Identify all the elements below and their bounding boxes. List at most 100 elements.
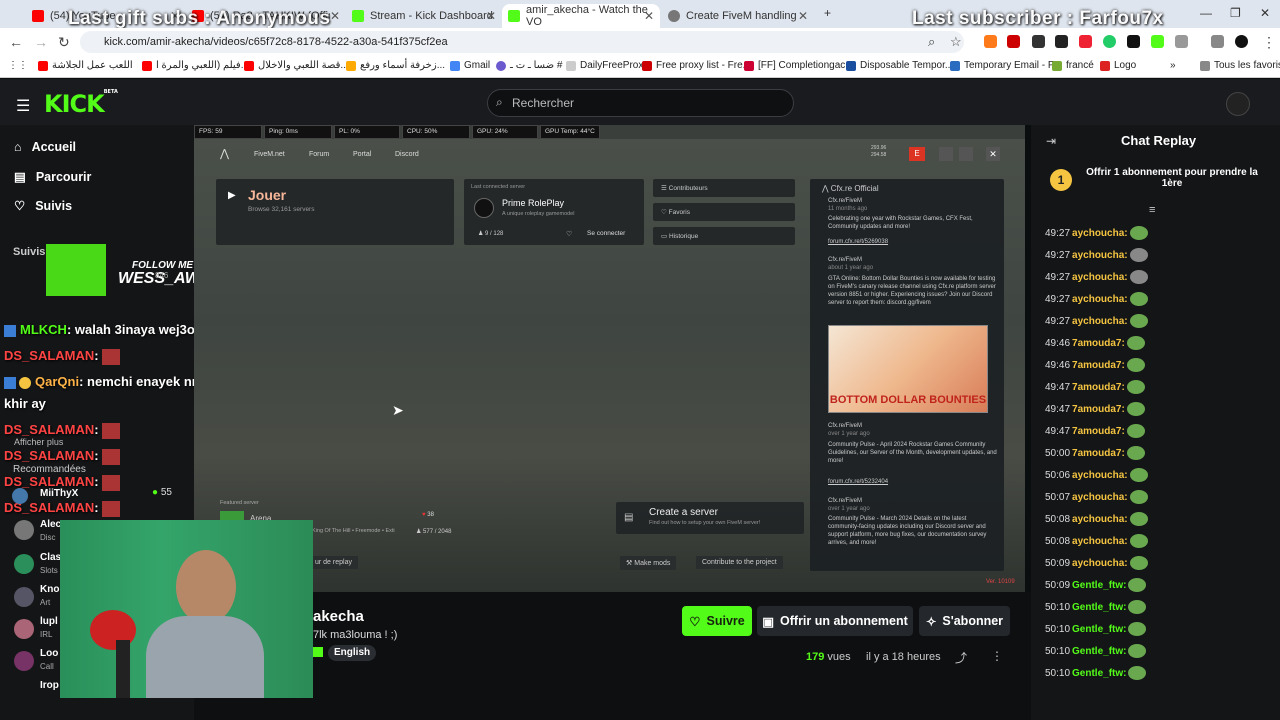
close-window-button[interactable]: ✕ — [1260, 6, 1270, 20]
avatar[interactable] — [14, 587, 34, 607]
chat-username[interactable]: Gentle_ftw: — [1072, 602, 1126, 613]
store-icon[interactable] — [939, 147, 953, 161]
chat-username[interactable]: aychoucha: — [1072, 294, 1128, 305]
chat-username[interactable]: Gentle_ftw: — [1072, 580, 1126, 591]
chat-username[interactable]: Gentle_ftw: — [1072, 668, 1126, 679]
sidebar-item-parcourir[interactable]: ▤ Parcourir — [14, 169, 91, 185]
extension-icon[interactable] — [984, 35, 997, 48]
collapse-chat-icon[interactable]: ⇥ — [1046, 134, 1056, 148]
feed-link[interactable]: forum.cfx.re/t/5269038 — [828, 239, 888, 245]
bookmark-item[interactable]: زخرفة أسماء ورفع... — [346, 60, 445, 71]
bookmark-item[interactable]: Free proxy list - Fre... — [642, 60, 751, 71]
contribute-button[interactable]: Contribute to the project — [696, 556, 783, 569]
extension-icon[interactable] — [1127, 35, 1140, 48]
avatar[interactable] — [14, 619, 34, 639]
chat-username[interactable]: aychoucha: — [1072, 536, 1128, 547]
more-options-icon[interactable]: ⋮ — [991, 649, 1003, 663]
subscribe-button[interactable]: ✧ S'abonner — [919, 606, 1010, 636]
bookmark-item[interactable]: قصة اللعبي والاخلال... — [244, 60, 349, 71]
play-card[interactable]: ▶ Jouer Browse 32,161 servers — [216, 179, 454, 245]
menu-icon[interactable] — [1211, 35, 1224, 48]
sidebar-user-name[interactable]: Alec — [40, 519, 61, 530]
connect-button[interactable]: Se connecter — [587, 230, 625, 237]
chat-username[interactable]: aychoucha: — [1072, 470, 1128, 481]
sidebar-user-name[interactable]: MiiThyX — [40, 488, 78, 499]
avatar[interactable] — [14, 554, 34, 574]
sidebar-user-name[interactable]: Irop — [40, 680, 59, 691]
chat-username[interactable]: aychoucha: — [1072, 316, 1128, 327]
more-icon[interactable]: ⋮ — [1262, 34, 1276, 51]
menu-discord[interactable]: Discord — [395, 151, 419, 158]
tab-fivem-handling[interactable]: Create FiveM handling ✕ — [662, 4, 814, 28]
chat-username[interactable]: aychoucha: — [1072, 514, 1128, 525]
tab-amir-akecha[interactable]: amir_akecha - Watch the VO ✕ — [502, 4, 660, 28]
heart-icon[interactable]: ♡ — [566, 230, 572, 238]
close-icon[interactable]: ✕ — [986, 147, 1000, 161]
avatar[interactable] — [12, 488, 28, 504]
tab-kick-dashboard[interactable]: Stream - Kick Dashboard ✕ — [346, 4, 502, 28]
sidebar-user-name[interactable]: Clas — [40, 552, 61, 563]
chat-username[interactable]: aychoucha: — [1072, 492, 1128, 503]
channel-name[interactable]: akecha — [313, 608, 364, 625]
sidebar-user-name[interactable]: Kno — [40, 584, 59, 595]
reload-icon[interactable]: ↻ — [58, 34, 70, 51]
all-bookmarks[interactable]: Tous les favoris — [1200, 60, 1280, 71]
bookmark-item[interactable]: Temporary Email - F... — [950, 60, 1061, 71]
make-mods-button[interactable]: ⚒ Make mods — [620, 556, 677, 570]
bookmark-item[interactable]: Logo — [1100, 60, 1136, 71]
bookmark-item[interactable]: فيلم (اللعبي والمرة ا... — [142, 60, 249, 71]
menu-forum[interactable]: Forum — [309, 151, 329, 158]
apps-icon[interactable]: ⋮⋮ — [8, 60, 28, 71]
last-server-card[interactable]: Last connected server Prime RolePlay A u… — [464, 179, 644, 245]
history-button[interactable]: ▭ Historique — [653, 227, 795, 245]
bookmark-item[interactable]: اللعب عمل الجلاشة — [38, 60, 133, 71]
chat-username[interactable]: 7amouda7: — [1072, 360, 1125, 371]
chevron-right-icon[interactable]: » — [1170, 60, 1176, 71]
bookmark-item[interactable]: Gmail — [450, 60, 490, 71]
extension-icon[interactable] — [1055, 35, 1068, 48]
chat-username[interactable]: 7amouda7: — [1072, 448, 1125, 459]
chat-username[interactable]: aychoucha: — [1072, 228, 1128, 239]
feed-link[interactable]: forum.cfx.re/t/5232404 — [828, 479, 888, 485]
close-icon[interactable]: ✕ — [798, 9, 808, 23]
create-server-card[interactable]: ▤ Create a server Find out how to setup … — [616, 502, 804, 534]
chat-username[interactable]: aychoucha: — [1072, 250, 1128, 261]
close-icon[interactable]: ✕ — [486, 9, 496, 23]
chat-username[interactable]: Gentle_ftw: — [1072, 646, 1126, 657]
extension-icon[interactable] — [1007, 35, 1020, 48]
pinned-gift-message[interactable]: Offrir 1 abonnement pour prendre la 1ère — [1082, 167, 1262, 189]
sidebar-item-accueil[interactable]: ⌂ Accueil — [14, 140, 76, 154]
chat-username[interactable]: aychoucha: — [1072, 558, 1128, 569]
forward-icon[interactable]: → — [34, 34, 48, 50]
bookmark-item[interactable]: francé — [1052, 60, 1094, 71]
chat-username[interactable]: aychoucha: — [1072, 272, 1128, 283]
follow-button[interactable]: ♡ Suivre — [682, 606, 752, 636]
chat-username[interactable]: Gentle_ftw: — [1072, 624, 1126, 635]
favorites-button[interactable]: ♡ Favoris — [653, 203, 795, 221]
avatar[interactable] — [14, 520, 34, 540]
new-tab-button[interactable]: + — [824, 6, 831, 20]
extension-icon[interactable] — [1103, 35, 1116, 48]
gift-sub-button[interactable]: ▣ Offrir un abonnement — [757, 606, 913, 636]
bounties-poster[interactable]: BOTTOM DOLLAR BOUNTIES — [828, 325, 988, 413]
bookmark-item[interactable]: DailyFreeProxy — [566, 60, 648, 71]
settings-icon[interactable] — [959, 147, 973, 161]
star-icon[interactable]: ☆ — [950, 34, 962, 50]
chat-username[interactable]: 7amouda7: — [1072, 382, 1125, 393]
chat-username[interactable]: 7amouda7: — [1072, 338, 1125, 349]
replay-button[interactable]: ur de replay — [309, 556, 358, 569]
kick-logo[interactable]: KICKBETA — [44, 89, 118, 118]
sidebar-user-name[interactable]: Loo — [40, 648, 58, 659]
url-field[interactable]: kick.com/amir-akecha/videos/c65f72c8-817… — [80, 31, 964, 53]
menu-fivem-net[interactable]: FiveM.net — [254, 151, 285, 158]
back-icon[interactable]: ← — [9, 34, 23, 50]
video-player[interactable]: FPS: 59 Ping: 0ms PL: 0% CPU: 50% GPU: 24% GP… — [194, 125, 1025, 592]
sidebar-item-suivis[interactable]: ♡ Suivis — [14, 198, 72, 214]
extension-icon[interactable] — [1079, 35, 1092, 48]
close-icon[interactable]: ✕ — [644, 9, 654, 23]
bookmark-item[interactable]: ضسا ـ ت ـ # — [496, 60, 562, 71]
profile-avatar[interactable] — [1235, 35, 1248, 48]
chat-username[interactable]: 7amouda7: — [1072, 426, 1125, 437]
close-icon[interactable]: ✕ — [330, 9, 340, 23]
puzzle-icon[interactable] — [1175, 35, 1188, 48]
